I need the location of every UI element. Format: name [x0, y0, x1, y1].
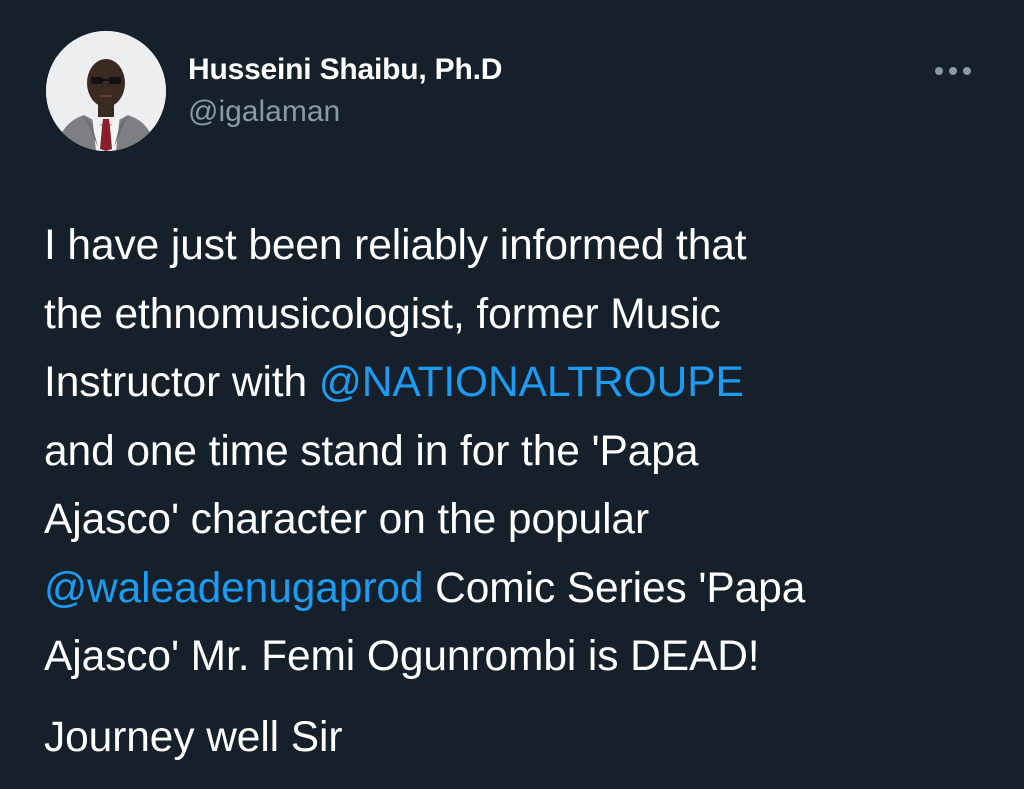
author-handle[interactable]: @igalaman: [188, 95, 340, 129]
tweet-text-segment: Instructor with: [44, 359, 319, 406]
tweet-line: Instructor with @NATIONALTROUPE: [44, 349, 1004, 418]
tweet-closing-line: Journey well Sir: [44, 713, 343, 761]
tweet-line: I have just been reliably informed that: [44, 222, 747, 269]
mention-link-nationaltroupe[interactable]: @NATIONALTROUPE: [319, 359, 744, 406]
tweet-card: Husseini Shaibu, Ph.D @igalaman I have j…: [0, 0, 1024, 789]
mention-link-waleadenugaprod[interactable]: @waleadenugaprod: [44, 565, 424, 612]
tweet-line: the ethnomusicologist, former Music: [44, 290, 721, 338]
avatar-image: [46, 31, 166, 151]
avatar[interactable]: [46, 31, 166, 151]
tweet-line: Ajasco' Mr. Femi Ogunrombi is DEAD!: [44, 633, 760, 680]
author-display-name[interactable]: Husseini Shaibu, Ph.D: [188, 53, 502, 87]
tweet-line: @waleadenugaprod Comic Series 'Papa: [44, 555, 1004, 624]
tweet-text-segment: Comic Series 'Papa: [423, 564, 806, 612]
tweet-line: Ajasco' character on the popular: [44, 496, 649, 543]
more-horizontal-icon: [935, 67, 971, 75]
tweet-text: I have just been reliably informed that …: [44, 212, 1004, 772]
more-options-button[interactable]: [928, 56, 978, 86]
tweet-line: and one time stand in for the 'Papa: [44, 427, 699, 475]
